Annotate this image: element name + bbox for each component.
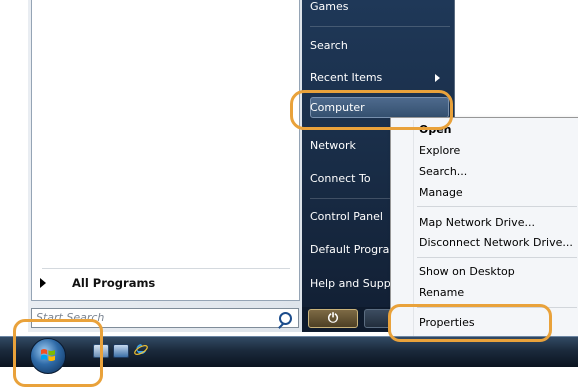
windows-logo-icon [41,349,55,361]
right-item-control-panel[interactable]: Control Panel [310,210,383,223]
divider [310,26,450,27]
divider [417,257,577,258]
right-item-games[interactable]: Games [310,0,348,13]
power-button[interactable]: ⏻ [308,309,358,328]
search-icon[interactable] [279,312,292,325]
context-item-explore[interactable]: Explore [419,144,460,157]
context-item-show-on-desktop[interactable]: Show on Desktop [419,265,515,278]
divider [417,307,577,308]
right-item-network[interactable]: Network [310,139,356,152]
start-button[interactable] [30,338,66,374]
right-item-connect-to[interactable]: Connect To [310,172,371,185]
switch-windows-icon[interactable] [113,344,129,358]
right-item-search[interactable]: Search [310,39,348,52]
right-item-computer[interactable]: Computer [310,101,365,114]
show-desktop-icon[interactable] [93,344,109,358]
context-item-manage[interactable]: Manage [419,186,463,199]
divider [417,206,577,207]
context-item-disconnect-network-drive[interactable]: Disconnect Network Drive... [419,236,573,249]
context-item-map-network-drive[interactable]: Map Network Drive... [419,216,535,229]
context-item-open[interactable]: Open [419,123,452,136]
context-item-search[interactable]: Search... [419,165,467,178]
computer-context-menu: Open Explore Search... Manage Map Networ… [390,117,578,341]
menu-gutter [413,120,414,338]
search-placeholder: Start Search [36,311,105,324]
power-icon: ⏻ [327,311,339,326]
context-item-rename[interactable]: Rename [419,286,464,299]
context-item-properties[interactable]: Properties [419,316,475,329]
start-search-input[interactable]: Start Search [31,308,299,328]
all-programs-label: All Programs [72,276,156,290]
all-programs-button[interactable]: All Programs [40,276,155,290]
submenu-arrow-icon [435,74,440,82]
start-menu-left-pane: All Programs [31,0,300,301]
taskbar [0,336,578,374]
right-item-recent-items[interactable]: Recent Items [310,71,382,84]
internet-explorer-icon[interactable] [134,342,148,357]
divider [42,268,290,269]
arrow-right-icon [40,278,46,288]
